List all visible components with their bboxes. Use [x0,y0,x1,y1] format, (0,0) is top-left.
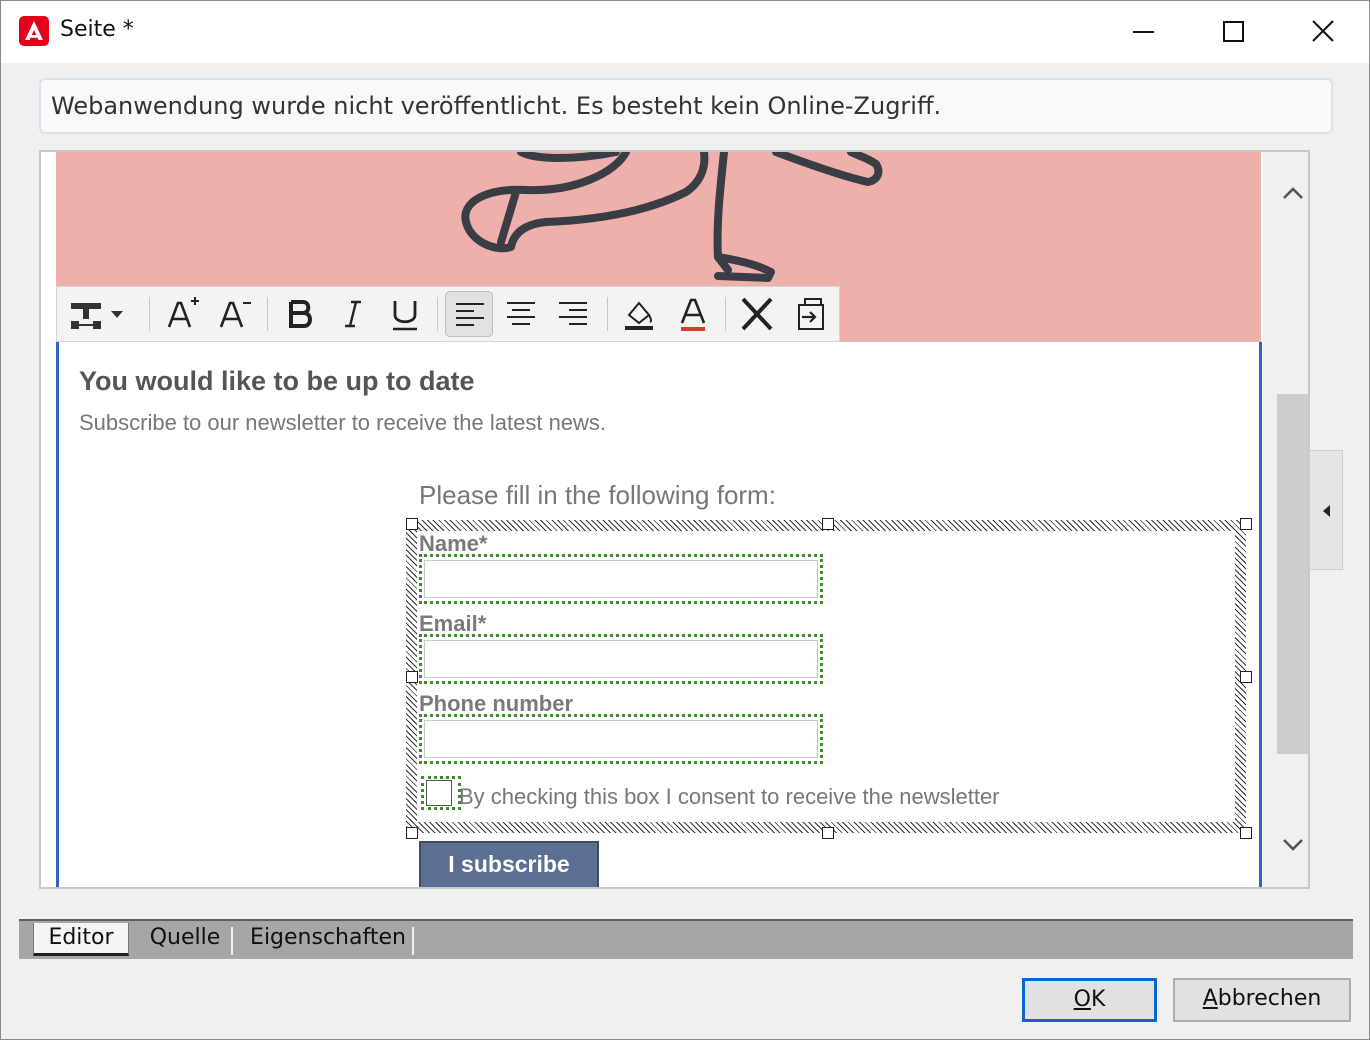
align-right-button[interactable] [549,291,597,337]
resize-handle[interactable] [1240,671,1252,683]
subscribe-button[interactable]: I subscribe [419,841,599,887]
align-left-button[interactable] [445,291,493,337]
email-input[interactable] [424,640,818,678]
insert-icon [71,303,123,329]
align-left-icon [456,303,484,326]
html-editor[interactable]: You would like to be up to date Subscrib… [39,150,1310,889]
collapse-left-icon [1323,505,1330,517]
name-input[interactable] [424,560,818,598]
dialog-window: Seite * Webanwendung wurde nicht veröffe… [0,0,1370,1040]
dialog-content: Webanwendung wurde nicht veröffentlicht.… [1,63,1369,1039]
italic-button[interactable] [329,291,377,337]
bold-icon [289,300,312,328]
consent-label: By checking this box I consent to receiv… [459,784,1000,809]
close-button[interactable] [1293,9,1353,55]
minimize-icon [1133,31,1154,33]
insert-button[interactable] [63,291,131,337]
align-center-icon [507,302,535,325]
bold-button[interactable] [277,291,325,337]
fill-color-icon [625,301,653,330]
resize-handle[interactable] [822,518,834,530]
tab-editor[interactable]: Editor [33,923,129,956]
resize-handle[interactable] [406,518,418,530]
form-title: Please fill in the following form: [419,480,776,510]
format-toolbar [56,286,840,342]
tab-properties[interactable]: Eigenschaften [241,923,415,956]
side-panel-toggle[interactable] [1309,450,1343,570]
title-bar: Seite * [1,1,1369,63]
tab-source[interactable]: Quelle [139,923,231,956]
publish-info-bar: Webanwendung wurde nicht veröffentlicht.… [39,78,1333,134]
maximize-button[interactable] [1203,9,1263,55]
minimize-button[interactable] [1113,9,1173,55]
resize-handle[interactable] [1240,518,1252,530]
italic-icon [345,300,361,328]
toolbar-separator [437,297,438,331]
tab-separator [412,927,414,955]
delete-icon [741,297,773,331]
app-logo-icon [19,16,49,46]
font-color-button[interactable] [669,291,717,337]
email-field-wrapper [419,634,823,684]
cancel-accelerator: A [1202,986,1218,1011]
resize-handle[interactable] [406,671,418,683]
fill-color-button[interactable] [615,291,663,337]
toolbar-separator [725,297,726,331]
editor-tab-bar: Editor Quelle Eigenschaften [19,919,1353,959]
ok-button[interactable]: OK [1022,978,1157,1022]
scroll-down-icon[interactable] [1277,832,1309,856]
toolbar-separator [267,297,268,331]
resize-handle[interactable] [822,827,834,839]
ok-accelerator: O [1073,987,1091,1012]
tab-separator [231,927,233,955]
underline-icon [393,301,417,331]
vertical-scrollbar[interactable] [1263,152,1309,887]
name-field-wrapper [419,554,823,604]
consent-checkbox-wrapper [421,776,461,810]
cancel-button[interactable]: Abbrechen [1173,978,1351,1022]
font-size-decrease-icon [219,301,251,328]
align-right-icon [559,302,587,325]
close-icon [1312,20,1334,42]
newsletter-heading: You would like to be up to date [79,366,475,396]
phone-input[interactable] [424,720,818,758]
delete-button[interactable] [733,291,781,337]
ok-label-rest: K [1090,987,1106,1012]
resize-handle[interactable] [1240,827,1252,839]
insert-field-icon [798,298,824,330]
scroll-up-icon[interactable] [1277,182,1309,206]
resize-handle[interactable] [406,827,418,839]
align-center-button[interactable] [497,291,545,337]
cancel-label-rest: bbrechen [1217,986,1322,1011]
maximize-icon [1223,21,1244,42]
info-message: Webanwendung wurde nicht veröffentlicht.… [51,92,942,120]
consent-checkbox[interactable] [426,780,452,806]
window-title: Seite * [60,17,134,42]
font-size-increase-icon [167,297,199,328]
font-size-increase-button[interactable] [159,291,207,337]
toolbar-separator [149,297,150,331]
font-color-icon [680,298,706,331]
newsletter-subtext: Subscribe to our newsletter to receive t… [79,410,607,435]
scrollbar-thumb[interactable] [1277,394,1308,754]
toolbar-separator [607,297,608,331]
phone-field-wrapper [419,714,823,764]
underline-button[interactable] [381,291,429,337]
insert-field-button[interactable] [785,291,833,337]
font-size-decrease-button[interactable] [211,291,259,337]
